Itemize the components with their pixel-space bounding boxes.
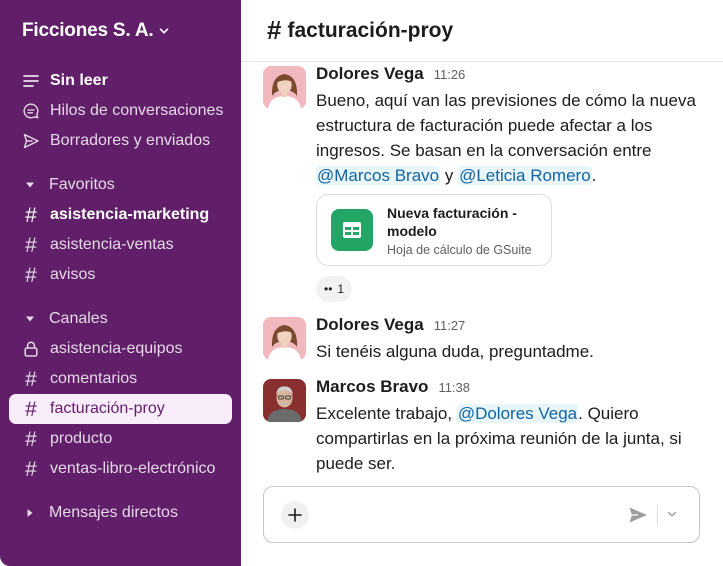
channel-view: # facturación-proy Dolores Vega 11:26 Bu… (241, 0, 723, 566)
channels-section-toggle[interactable]: Canales (9, 304, 232, 334)
sidebar-item-comentarios[interactable]: # comentarios (9, 364, 232, 394)
plus-icon (288, 508, 302, 522)
favorites-section-toggle[interactable]: Favoritos (9, 170, 232, 200)
sidebar-item-threads[interactable]: Hilos de conversaciones (9, 96, 232, 126)
caret-down-icon (25, 314, 35, 324)
hash-icon: # (25, 203, 37, 227)
sidebar-item-label: Hilos de conversaciones (50, 102, 224, 119)
message-body: Marcos Bravo 11:38 Excelente trabajo, @D… (316, 377, 709, 476)
message-item: Marcos Bravo 11:38 Excelente trabajo, @D… (263, 377, 709, 477)
sidebar-item-label: asistencia-marketing (50, 206, 210, 223)
sidebar-item-asistencia-equipos[interactable]: asistencia-equipos (9, 334, 232, 364)
message-author[interactable]: Dolores Vega (316, 315, 424, 335)
sidebar-item-facturacion-proy[interactable]: # facturación-proy (9, 394, 232, 424)
channel-title: facturación-proy (287, 18, 454, 42)
sidebar-item-ventas-libro-electronico[interactable]: # ventas-libro-electrónico (9, 454, 232, 484)
message-author[interactable]: Dolores Vega (316, 64, 424, 84)
sidebar-item-label: facturación-proy (50, 400, 165, 417)
channel-hash-icon: # (267, 15, 282, 45)
send-icon (22, 132, 40, 150)
sidebar-item-label: producto (50, 430, 113, 447)
favorites-section: Favoritos # asistencia-marketing # asist… (9, 170, 232, 290)
sidebar-item-avisos[interactable]: # avisos (9, 260, 232, 290)
direct-messages-section-toggle[interactable]: Mensajes directos (9, 498, 232, 528)
lock-icon (22, 340, 40, 358)
sidebar-item-label: asistencia-equipos (50, 340, 183, 357)
avatar[interactable] (263, 379, 306, 422)
reaction-pill[interactable]: •• 1 (316, 276, 353, 302)
channel-header[interactable]: # facturación-proy (241, 0, 723, 62)
message-body: Dolores Vega 11:27 Si tenéis alguna duda… (316, 315, 709, 364)
send-icon (629, 507, 647, 523)
message-composer (263, 486, 700, 543)
file-attachment[interactable]: Nueva facturación - modelo Hoja de cálcu… (316, 194, 552, 266)
message-text: Bueno, aquí van las previsiones de cómo … (316, 88, 709, 188)
hash-icon: # (25, 397, 37, 421)
send-button[interactable] (627, 504, 649, 526)
sidebar-item-drafts-sent[interactable]: Borradores y enviados (9, 126, 232, 156)
message-text-part: Bueno, aquí van las previsiones de cómo … (316, 91, 696, 160)
section-label: Favoritos (49, 176, 115, 193)
hash-icon: # (25, 263, 37, 287)
section-label: Canales (49, 310, 108, 327)
add-attachment-button[interactable] (281, 501, 309, 529)
sidebar-item-asistencia-marketing[interactable]: # asistencia-marketing (9, 200, 232, 230)
sidebar-item-label: asistencia-ventas (50, 236, 174, 253)
user-mention[interactable]: @Marcos Bravo (316, 166, 441, 185)
chevron-down-icon (667, 511, 677, 517)
sidebar-item-label: Borradores y enviados (50, 132, 211, 149)
channels-section: Canales asistencia-equipos # comentarios… (9, 304, 232, 484)
avatar[interactable] (263, 317, 306, 360)
direct-messages-section: Mensajes directos (9, 498, 232, 528)
sidebar-item-label: Sin leer (50, 72, 108, 89)
section-label: Mensajes directos (49, 504, 178, 521)
workspace-menu-button[interactable]: Ficciones S. A. (22, 20, 169, 42)
user-mention[interactable]: @Leticia Romero (458, 166, 592, 185)
hash-icon: # (25, 367, 37, 391)
sidebar-item-unread[interactable]: Sin leer (9, 66, 232, 96)
message-author[interactable]: Marcos Bravo (316, 377, 428, 397)
message-timestamp[interactable]: 11:27 (434, 318, 466, 333)
message-timestamp[interactable]: 11:38 (438, 380, 470, 395)
sidebar-item-label: comentarios (50, 370, 138, 387)
caret-down-icon (25, 180, 35, 190)
sidebar: Ficciones S. A. Sin leer Hilos de conver… (0, 0, 241, 566)
chevron-down-icon (159, 26, 169, 36)
message-item: Dolores Vega 11:26 Bueno, aquí van las p… (263, 64, 709, 304)
message-text-part: y (440, 166, 459, 185)
unread-icon (22, 72, 40, 90)
message-body: Dolores Vega 11:26 Bueno, aquí van las p… (316, 64, 709, 302)
sidebar-nav: Sin leer Hilos de conversaciones Borrado… (9, 66, 232, 156)
message-item: Dolores Vega 11:27 Si tenéis alguna duda… (263, 315, 709, 367)
message-text-part: . (591, 166, 597, 185)
sidebar-item-producto[interactable]: # producto (9, 424, 232, 454)
message-text: Si tenéis alguna duda, preguntadme. (316, 342, 594, 361)
hash-icon: # (25, 233, 37, 257)
caret-right-icon (25, 508, 35, 518)
sidebar-item-asistencia-ventas[interactable]: # asistencia-ventas (9, 230, 232, 260)
spreadsheet-icon (331, 209, 373, 251)
send-options-button[interactable] (665, 507, 679, 521)
file-type: Hoja de cálculo de GSuite (387, 242, 532, 257)
workspace-name: Ficciones S. A. (22, 20, 154, 41)
message-text-part: Excelente trabajo, (316, 404, 457, 423)
message-timestamp[interactable]: 11:26 (434, 67, 466, 82)
user-mention[interactable]: @Dolores Vega (456, 404, 579, 423)
reaction-count: 1 (337, 282, 345, 296)
eyes-emoji-icon: •• (324, 282, 333, 296)
threads-icon (22, 102, 40, 120)
hash-icon: # (25, 457, 37, 481)
message-input[interactable] (322, 499, 612, 531)
file-title: Nueva facturación - modelo (387, 204, 517, 239)
sidebar-item-label: ventas-libro-electrónico (50, 460, 216, 477)
composer-divider (657, 505, 658, 525)
avatar[interactable] (263, 66, 306, 109)
message-text: Excelente trabajo, @Dolores Vega. Quiero… (316, 401, 709, 476)
sidebar-item-label: avisos (50, 266, 96, 283)
hash-icon: # (25, 427, 37, 451)
